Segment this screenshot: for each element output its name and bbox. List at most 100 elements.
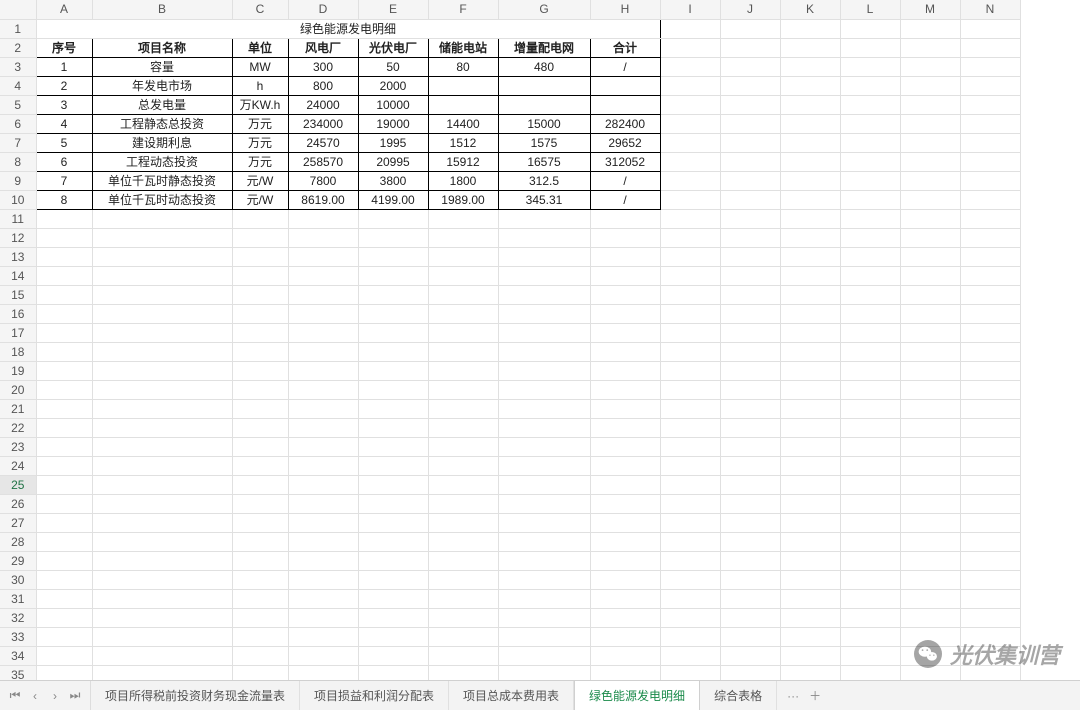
cell-B34[interactable]: [92, 646, 232, 665]
cell-M32[interactable]: [900, 608, 960, 627]
cell-N34[interactable]: [960, 646, 1020, 665]
cell-K24[interactable]: [780, 456, 840, 475]
cell-J8[interactable]: [720, 152, 780, 171]
cell-G2[interactable]: 增量配电网: [498, 38, 590, 57]
cell-E26[interactable]: [358, 494, 428, 513]
cell-M22[interactable]: [900, 418, 960, 437]
cell-D35[interactable]: [288, 665, 358, 680]
cell-N2[interactable]: [960, 38, 1020, 57]
cell-L16[interactable]: [840, 304, 900, 323]
cell-J14[interactable]: [720, 266, 780, 285]
cell-J19[interactable]: [720, 361, 780, 380]
cell-E25[interactable]: [358, 475, 428, 494]
cell-K35[interactable]: [780, 665, 840, 680]
cell-K34[interactable]: [780, 646, 840, 665]
cell-H18[interactable]: [590, 342, 660, 361]
cell-E35[interactable]: [358, 665, 428, 680]
cell-H3[interactable]: /: [590, 57, 660, 76]
cell-K8[interactable]: [780, 152, 840, 171]
cell-H13[interactable]: [590, 247, 660, 266]
cell-M9[interactable]: [900, 171, 960, 190]
cell-M1[interactable]: [900, 19, 960, 38]
cell-F6[interactable]: 14400: [428, 114, 498, 133]
cell-C7[interactable]: 万元: [232, 133, 288, 152]
cell-C27[interactable]: [232, 513, 288, 532]
cell-C2[interactable]: 单位: [232, 38, 288, 57]
tab-prev-icon[interactable]: ‹: [26, 686, 44, 706]
cell-L3[interactable]: [840, 57, 900, 76]
cell-A22[interactable]: [36, 418, 92, 437]
cell-F33[interactable]: [428, 627, 498, 646]
cell-A13[interactable]: [36, 247, 92, 266]
cell-K11[interactable]: [780, 209, 840, 228]
cell-C25[interactable]: [232, 475, 288, 494]
cell-N18[interactable]: [960, 342, 1020, 361]
cell-N15[interactable]: [960, 285, 1020, 304]
cell-I2[interactable]: [660, 38, 720, 57]
cell-N31[interactable]: [960, 589, 1020, 608]
cell-B24[interactable]: [92, 456, 232, 475]
cell-H16[interactable]: [590, 304, 660, 323]
cell-C34[interactable]: [232, 646, 288, 665]
add-sheet-button[interactable]: ＋: [809, 687, 821, 704]
cell-M20[interactable]: [900, 380, 960, 399]
cell-M5[interactable]: [900, 95, 960, 114]
cell-N8[interactable]: [960, 152, 1020, 171]
cell-B7[interactable]: 建设期利息: [92, 133, 232, 152]
cell-J22[interactable]: [720, 418, 780, 437]
cell-N21[interactable]: [960, 399, 1020, 418]
cell-B29[interactable]: [92, 551, 232, 570]
cell-G7[interactable]: 1575: [498, 133, 590, 152]
cell-I9[interactable]: [660, 171, 720, 190]
cell-K17[interactable]: [780, 323, 840, 342]
cell-J6[interactable]: [720, 114, 780, 133]
cell-J12[interactable]: [720, 228, 780, 247]
cell-J21[interactable]: [720, 399, 780, 418]
cell-G12[interactable]: [498, 228, 590, 247]
cell-D15[interactable]: [288, 285, 358, 304]
cell-D19[interactable]: [288, 361, 358, 380]
cell-G10[interactable]: 345.31: [498, 190, 590, 209]
sheet-tab[interactable]: 综合表格: [700, 681, 777, 710]
cell-K5[interactable]: [780, 95, 840, 114]
cell-H30[interactable]: [590, 570, 660, 589]
cell-K19[interactable]: [780, 361, 840, 380]
row-header-31[interactable]: 31: [0, 589, 36, 608]
cell-C24[interactable]: [232, 456, 288, 475]
row-header-35[interactable]: 35: [0, 665, 36, 680]
cell-J24[interactable]: [720, 456, 780, 475]
cell-K21[interactable]: [780, 399, 840, 418]
cell-E13[interactable]: [358, 247, 428, 266]
cell-C32[interactable]: [232, 608, 288, 627]
cell-B20[interactable]: [92, 380, 232, 399]
cell-J4[interactable]: [720, 76, 780, 95]
cell-E10[interactable]: 4199.00: [358, 190, 428, 209]
cell-I17[interactable]: [660, 323, 720, 342]
cell-I7[interactable]: [660, 133, 720, 152]
col-header-E[interactable]: E: [358, 0, 428, 19]
cell-F2[interactable]: 储能电站: [428, 38, 498, 57]
cell-H22[interactable]: [590, 418, 660, 437]
cell-M8[interactable]: [900, 152, 960, 171]
cell-M15[interactable]: [900, 285, 960, 304]
cell-M28[interactable]: [900, 532, 960, 551]
col-header-M[interactable]: M: [900, 0, 960, 19]
cell-E19[interactable]: [358, 361, 428, 380]
cell-L31[interactable]: [840, 589, 900, 608]
col-header-A[interactable]: A: [36, 0, 92, 19]
cell-N11[interactable]: [960, 209, 1020, 228]
row-header-9[interactable]: 9: [0, 171, 36, 190]
cell-F3[interactable]: 80: [428, 57, 498, 76]
row-header-14[interactable]: 14: [0, 266, 36, 285]
cell-C4[interactable]: h: [232, 76, 288, 95]
row-header-4[interactable]: 4: [0, 76, 36, 95]
col-header-K[interactable]: K: [780, 0, 840, 19]
row-header-7[interactable]: 7: [0, 133, 36, 152]
cell-J29[interactable]: [720, 551, 780, 570]
cell-K29[interactable]: [780, 551, 840, 570]
cell-K32[interactable]: [780, 608, 840, 627]
cell-E34[interactable]: [358, 646, 428, 665]
cell-N6[interactable]: [960, 114, 1020, 133]
cell-E15[interactable]: [358, 285, 428, 304]
cell-A30[interactable]: [36, 570, 92, 589]
